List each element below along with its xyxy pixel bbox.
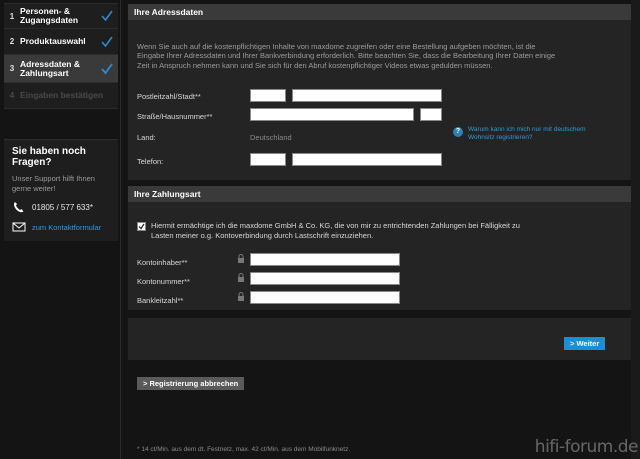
next-button[interactable]: > Weiter (564, 337, 606, 350)
lock-icon (238, 273, 244, 282)
account-owner-label: Kontoinhaber** (137, 258, 188, 267)
step-personal-data[interactable]: 1 Personen- & Zugangsdaten (4, 3, 118, 29)
street-input[interactable] (250, 108, 414, 121)
checkmark-icon (101, 36, 113, 47)
phone-icon (14, 202, 24, 213)
help-icon: ? (453, 127, 463, 137)
country-help-link[interactable]: Warum kann ich mich nur mit deutschem Wo… (468, 126, 588, 142)
address-panel: Wenn Sie auch auf die kostenpflichtigen … (128, 20, 631, 180)
step-list: 1 Personen- & Zugangsdaten 2 Produktausw… (4, 3, 118, 109)
street-label: Straße/Hausnummer** (137, 112, 213, 121)
mail-icon (12, 222, 26, 232)
contact-form-link[interactable]: zum Kontaktformular (32, 223, 101, 232)
step-number: 3 (9, 64, 15, 73)
direct-debit-checkbox[interactable] (137, 222, 146, 231)
step-label: Eingaben bestätigen (20, 90, 104, 100)
address-section-header: Ihre Adressdaten (128, 4, 631, 20)
support-contact-row[interactable]: zum Kontaktformular (12, 221, 110, 233)
step-confirm: 4 Eingaben bestätigen (4, 83, 118, 109)
step-label: Produktauswahl (20, 36, 86, 46)
support-phone-row: 01805 / 577 633* (12, 201, 110, 213)
scrollbar[interactable] (631, 0, 640, 459)
account-owner-input[interactable] (250, 253, 400, 266)
phone-number-input[interactable] (292, 153, 442, 166)
bank-code-label: Bankleitzahl** (137, 296, 184, 305)
support-title: Sie haben noch Fragen? (12, 146, 86, 168)
checkmark-icon (101, 62, 113, 74)
pricing-footnote: * 14 ct/Min. aus dem dt. Festnetz, max. … (137, 446, 351, 453)
country-value: Deutschland (250, 133, 292, 142)
address-intro-text: Wenn Sie auch auf die kostenpflichtigen … (137, 42, 556, 70)
phone-prefix-input[interactable] (250, 153, 286, 166)
country-label: Land: (137, 133, 156, 142)
support-box: Sie haben noch Fragen? Unser Support hil… (4, 139, 118, 241)
lock-icon (238, 292, 244, 301)
actions-panel: > Weiter (128, 318, 631, 360)
house-number-input[interactable] (420, 108, 442, 121)
step-number: 2 (9, 37, 15, 46)
support-phone: 01805 / 577 633* (32, 202, 93, 212)
step-label: Adressdaten & Zahlungsart (20, 58, 80, 78)
postal-code-input[interactable] (250, 89, 286, 102)
watermark: hifi-forum.de (534, 437, 639, 457)
account-number-input[interactable] (250, 272, 400, 285)
phone-label: Telefon: (137, 157, 164, 166)
account-number-label: Kontonummer** (137, 277, 190, 286)
payment-section-header: Ihre Zahlungsart (128, 186, 631, 202)
step-product-selection[interactable]: 2 Produktauswahl (4, 29, 118, 55)
payment-panel: Hiermit ermächtige ich die maxdome GmbH … (128, 202, 631, 310)
direct-debit-consent: Hiermit ermächtige ich die maxdome GmbH … (151, 221, 520, 240)
city-input[interactable] (292, 89, 442, 102)
cancel-registration-button[interactable]: > Registrierung abbrechen (137, 377, 245, 390)
lock-icon (238, 254, 244, 263)
step-number: 4 (9, 91, 15, 100)
step-number: 1 (9, 11, 15, 21)
sidebar-divider (120, 0, 121, 459)
step-label: Personen- & Zugangsdaten (20, 6, 79, 25)
sidebar: 1 Personen- & Zugangsdaten 2 Produktausw… (0, 0, 120, 459)
support-text: Unser Support hilft Ihnen gerne weiter! (12, 174, 95, 193)
plz-city-label: Postleitzahl/Stadt** (137, 92, 201, 101)
checkmark-icon (138, 223, 145, 230)
checkmark-icon (101, 10, 113, 22)
main-content: Ihre Adressdaten Wenn Sie auch auf die k… (128, 0, 631, 459)
step-address-payment[interactable]: 3 Adressdaten & Zahlungsart (4, 55, 118, 83)
country-help[interactable]: ? Warum kann ich mich nur mit deutschem … (453, 126, 588, 142)
bank-code-input[interactable] (250, 291, 400, 304)
